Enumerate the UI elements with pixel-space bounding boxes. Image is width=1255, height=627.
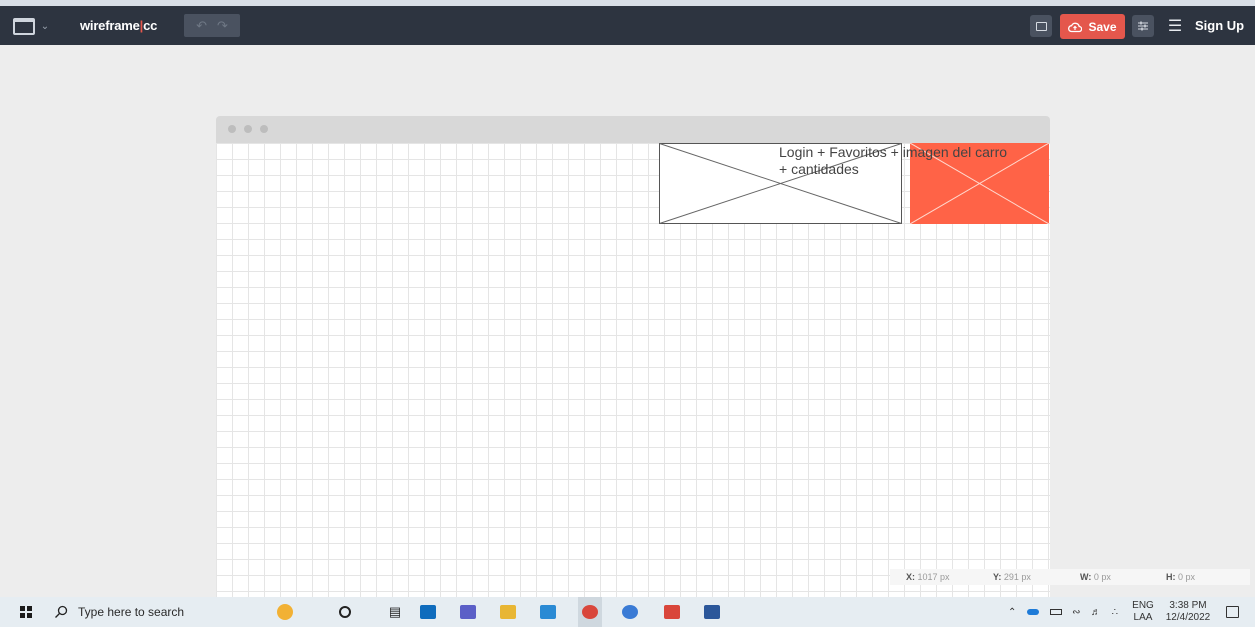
undo-redo-group: ↶ ↷ — [184, 14, 240, 37]
task-view-icon[interactable]: ▤ — [386, 597, 404, 627]
sign-up-link[interactable]: Sign Up — [1195, 18, 1244, 33]
save-label: Save — [1088, 19, 1117, 34]
os-taskbar: Type here to search ▤ ⌃ ∾ ♬ ∴ ENG LAA 3:… — [0, 597, 1255, 627]
search-placeholder: Type here to search — [78, 605, 185, 619]
notifications-icon[interactable] — [1222, 597, 1242, 627]
save-button[interactable]: Save — [1060, 14, 1125, 39]
wifi-icon: ∾ — [1072, 606, 1081, 618]
news-widget-icon[interactable] — [272, 597, 298, 627]
clock[interactable]: 3:38 PM 12/4/2022 — [1160, 597, 1216, 627]
volume-icon: ♬ — [1091, 606, 1102, 618]
window-dot — [244, 125, 252, 133]
h-readout: H: 0 px — [1166, 572, 1196, 582]
app-toolbar: ⌄ wireframe | cc ↶ ↷ Save ☰ Sign Up — [0, 0, 1255, 45]
sliders-icon — [1138, 21, 1148, 31]
cortana-icon[interactable] — [336, 597, 354, 627]
cloud-upload-icon — [1068, 22, 1083, 32]
app-logo[interactable]: wireframe | cc — [80, 18, 157, 33]
window-icon — [12, 17, 35, 35]
comment-icon — [1035, 21, 1047, 31]
chrome-app-icon[interactable] — [578, 597, 602, 627]
x-readout: X: 1017 px — [906, 572, 950, 582]
pen-icon: ∴ — [1111, 606, 1118, 618]
window-dot — [228, 125, 236, 133]
word-app-icon[interactable] — [702, 597, 722, 627]
system-tray-icons[interactable]: ⌃ ∾ ♬ ∴ — [1008, 597, 1118, 627]
w-readout: W: 0 px — [1080, 572, 1111, 582]
menu-icon[interactable]: ☰ — [1164, 15, 1186, 37]
onedrive-icon — [1026, 609, 1039, 615]
wireframe-text-label[interactable]: Login + Favoritos + imagen del carro + c… — [779, 144, 1014, 178]
y-readout: Y: 291 px — [993, 572, 1031, 582]
start-button[interactable] — [16, 597, 36, 627]
chevron-down-icon: ⌄ — [40, 20, 50, 32]
paint-app-icon[interactable] — [662, 597, 682, 627]
chevron-up-icon: ⌃ — [1008, 606, 1017, 618]
taskbar-search[interactable]: Type here to search — [48, 597, 253, 627]
vscode-app-icon[interactable] — [538, 597, 558, 627]
outlook-app-icon[interactable] — [418, 597, 438, 627]
search-icon — [55, 605, 68, 618]
settings-button[interactable] — [1132, 15, 1154, 37]
windows-logo-icon — [20, 606, 32, 618]
teams-app-icon[interactable] — [458, 597, 478, 627]
coordinates-bar: X: 1017 px Y: 291 px W: 0 px H: 0 px — [890, 569, 1250, 585]
redo-icon[interactable]: ↷ — [217, 18, 228, 34]
file-explorer-icon[interactable] — [498, 597, 518, 627]
edge-app-icon[interactable] — [620, 597, 640, 627]
language-indicator[interactable]: ENG LAA — [1132, 597, 1154, 627]
comment-button[interactable] — [1030, 15, 1052, 37]
page-menu-button[interactable]: ⌄ — [8, 15, 54, 37]
window-dot — [260, 125, 268, 133]
undo-icon[interactable]: ↶ — [196, 18, 207, 34]
canvas-browser-bar — [216, 116, 1050, 143]
battery-icon — [1049, 609, 1062, 615]
